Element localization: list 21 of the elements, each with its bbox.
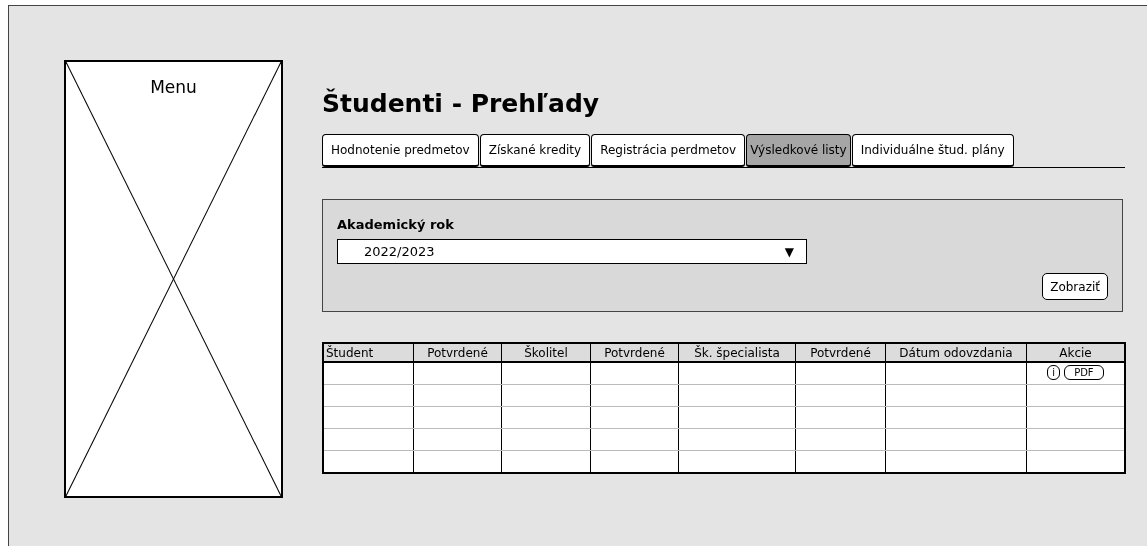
column-header: Akcie	[1026, 343, 1125, 362]
column-header: Potvrdené	[413, 343, 502, 362]
year-dropdown[interactable]: 2022/2023 ▼	[337, 239, 807, 264]
tab[interactable]: Registrácia perdmetov	[591, 134, 746, 167]
column-header: Šk. špecialista	[678, 343, 796, 362]
dropdown-arrow-icon: ▼	[784, 244, 794, 259]
column-header: Potvrdené	[795, 343, 886, 362]
field-label: Akademický rok	[337, 217, 455, 233]
page-title: Študenti - Prehľady	[322, 88, 601, 120]
show-button[interactable]: Zobraziť	[1042, 273, 1108, 300]
tab[interactable]: Hodnotenie predmetov	[322, 134, 479, 167]
column-header: Potvrdené	[590, 343, 679, 362]
pdf-button[interactable]: PDF	[1064, 365, 1104, 380]
info-button[interactable]: i	[1047, 365, 1061, 380]
menu-label: Menu	[150, 77, 197, 97]
tab[interactable]: Výsledkové listy	[746, 134, 851, 167]
column-header: Študent	[323, 343, 414, 362]
column-header: Školitel	[501, 343, 591, 362]
tab[interactable]: Získané kredity	[479, 134, 591, 167]
column-header: Dátum odovzdania	[885, 343, 1027, 362]
tab[interactable]: Individuálne štud. plány	[851, 134, 1014, 167]
